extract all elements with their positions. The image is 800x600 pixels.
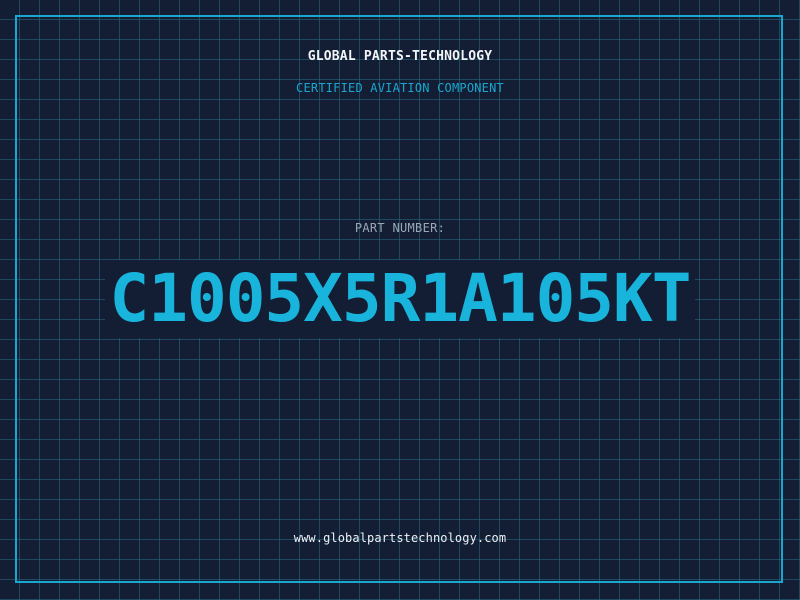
brand-title: GLOBAL PARTS-TECHNOLOGY — [307, 49, 493, 64]
certification-tagline: CERTIFIED AVIATION COMPONENT — [296, 81, 504, 95]
website-url: www.globalpartstechnology.com — [293, 531, 507, 545]
part-number-label: PART NUMBER: — [354, 221, 446, 235]
part-number-container: C1005X5R1A105KT — [0, 260, 800, 338]
part-number-value: C1005X5R1A105KT — [105, 260, 695, 338]
